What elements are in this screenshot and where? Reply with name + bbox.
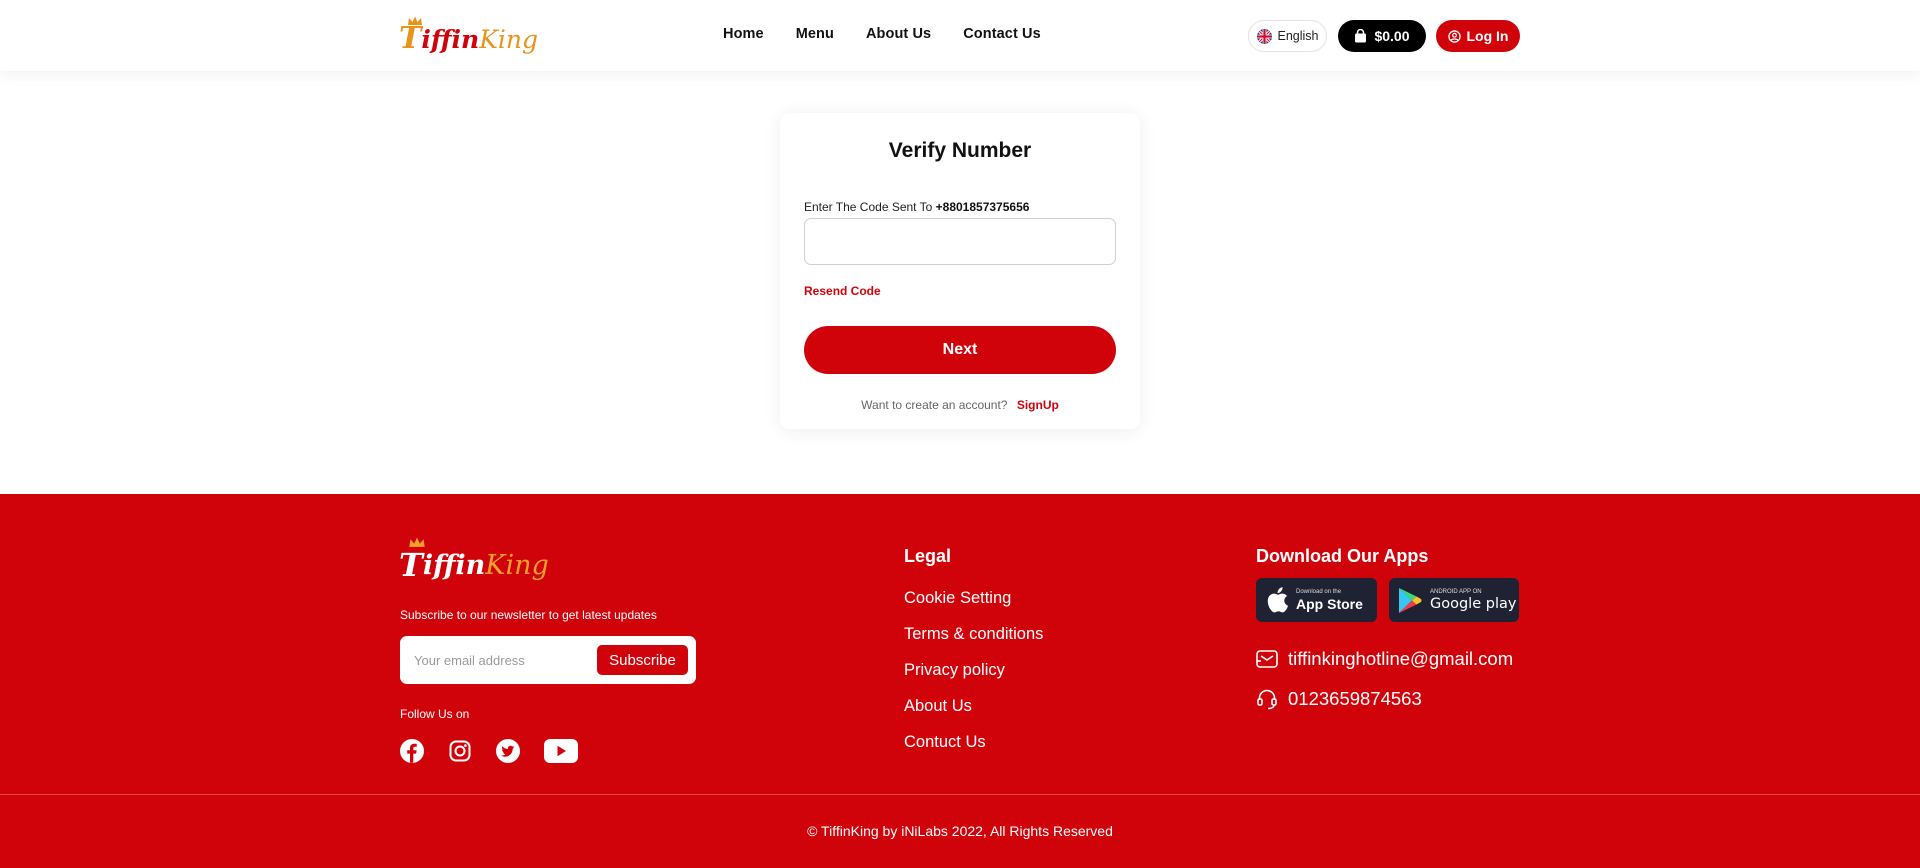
email-icon (1256, 650, 1278, 668)
cookie-setting-link[interactable]: Cookie Setting (904, 588, 1043, 624)
instagram-icon[interactable] (449, 738, 471, 767)
nav-about-us[interactable]: About Us (866, 26, 931, 42)
privacy-policy-link[interactable]: Privacy policy (904, 660, 1043, 696)
email-text: tiffinkinghotline@gmail.com (1288, 648, 1514, 669)
card-title: Verify Number (888, 139, 1032, 162)
code-label: Enter The Code Sent To +8801857375656 (804, 200, 1029, 214)
follow-us-text: Follow Us on (400, 707, 470, 721)
language-label: English (1277, 29, 1319, 43)
logo-letter-t: T (399, 21, 422, 56)
code-label-text: Enter The Code Sent To (804, 200, 933, 214)
app-store-small-text: Download on the (1296, 588, 1342, 595)
nav-contact-us[interactable]: Contact Us (963, 26, 1041, 42)
google-play-small-text: ANDROID APP ON (1430, 588, 1482, 595)
logo-text-king: King (479, 25, 538, 54)
footer-logo[interactable]: T iffin King (399, 537, 549, 584)
logo-letter-t: T (399, 546, 423, 584)
crown-icon (408, 16, 422, 25)
copyright-text: © TiffinKing by iNiLabs 2022, All Rights… (807, 823, 1113, 839)
crown-icon (409, 537, 425, 547)
user-circle-icon (1447, 29, 1461, 43)
newsletter-text: Subscribe to our newsletter to get lates… (400, 608, 657, 622)
apple-icon (1267, 587, 1288, 613)
signup-link[interactable]: SignUp (1017, 398, 1059, 412)
google-play-text: Google play (1430, 595, 1517, 612)
main-nav: Home Menu About Us Contact Us (723, 26, 1073, 42)
footer-divider (0, 794, 1920, 795)
signup-prompt: Want to create an account? SignUp (780, 398, 1140, 412)
uk-flag-icon (1256, 28, 1272, 44)
legal-heading: Legal (904, 546, 952, 566)
terms-link[interactable]: Terms & conditions (904, 624, 1043, 660)
youtube-icon[interactable] (544, 738, 578, 768)
newsletter-form: Subscribe (400, 636, 696, 684)
contact-us-link[interactable]: Contuct Us (904, 732, 1043, 768)
login-label: Log In (1466, 28, 1509, 44)
app-store-button[interactable]: Download on the App Store (1256, 578, 1377, 622)
site-header: T iffin King Home Menu About Us Contact … (0, 0, 1920, 71)
facebook-icon[interactable] (399, 738, 425, 769)
site-footer: T iffin King Subscribe to our newsletter… (0, 494, 1920, 868)
logo-text-iffin: iffin (421, 25, 480, 54)
shopping-bag-icon (1355, 29, 1367, 43)
download-apps-heading: Download Our Apps (1256, 546, 1429, 566)
logo-text-iffin: iffin (422, 550, 486, 581)
legal-links: Cookie Setting Terms & conditions Privac… (904, 588, 1043, 768)
subscribe-button[interactable]: Subscribe (597, 645, 688, 675)
resend-code-link[interactable]: Resend Code (804, 284, 881, 298)
nav-home[interactable]: Home (723, 26, 764, 42)
contact-phone[interactable]: 0123659874563 (1256, 688, 1422, 710)
cart-button[interactable]: $0.00 (1338, 20, 1426, 52)
cart-total: $0.00 (1374, 28, 1410, 44)
google-play-button[interactable]: ANDROID APP ON Google play (1389, 578, 1519, 622)
twitter-icon[interactable] (495, 738, 521, 769)
login-button[interactable]: Log In (1436, 20, 1520, 52)
phone-number: +8801857375656 (935, 200, 1030, 214)
nav-menu[interactable]: Menu (796, 26, 834, 42)
signup-prompt-text: Want to create an account? (861, 398, 1008, 412)
google-play-icon (1399, 587, 1422, 613)
logo-text-king: King (485, 550, 549, 581)
contact-email[interactable]: tiffinkinghotline@gmail.com (1256, 648, 1513, 670)
app-store-text: App Store (1296, 595, 1363, 612)
verify-number-card: Verify Number Enter The Code Sent To +88… (780, 113, 1140, 429)
headset-icon (1257, 689, 1277, 710)
newsletter-email-input[interactable] (414, 645, 594, 675)
verification-code-input[interactable] (804, 218, 1116, 265)
next-button[interactable]: Next (804, 326, 1116, 374)
about-us-link[interactable]: About Us (904, 696, 1043, 732)
phone-text: 0123659874563 (1288, 688, 1422, 709)
tiffinking-logo[interactable]: T iffin King (399, 16, 538, 56)
language-selector[interactable]: English (1248, 20, 1327, 52)
